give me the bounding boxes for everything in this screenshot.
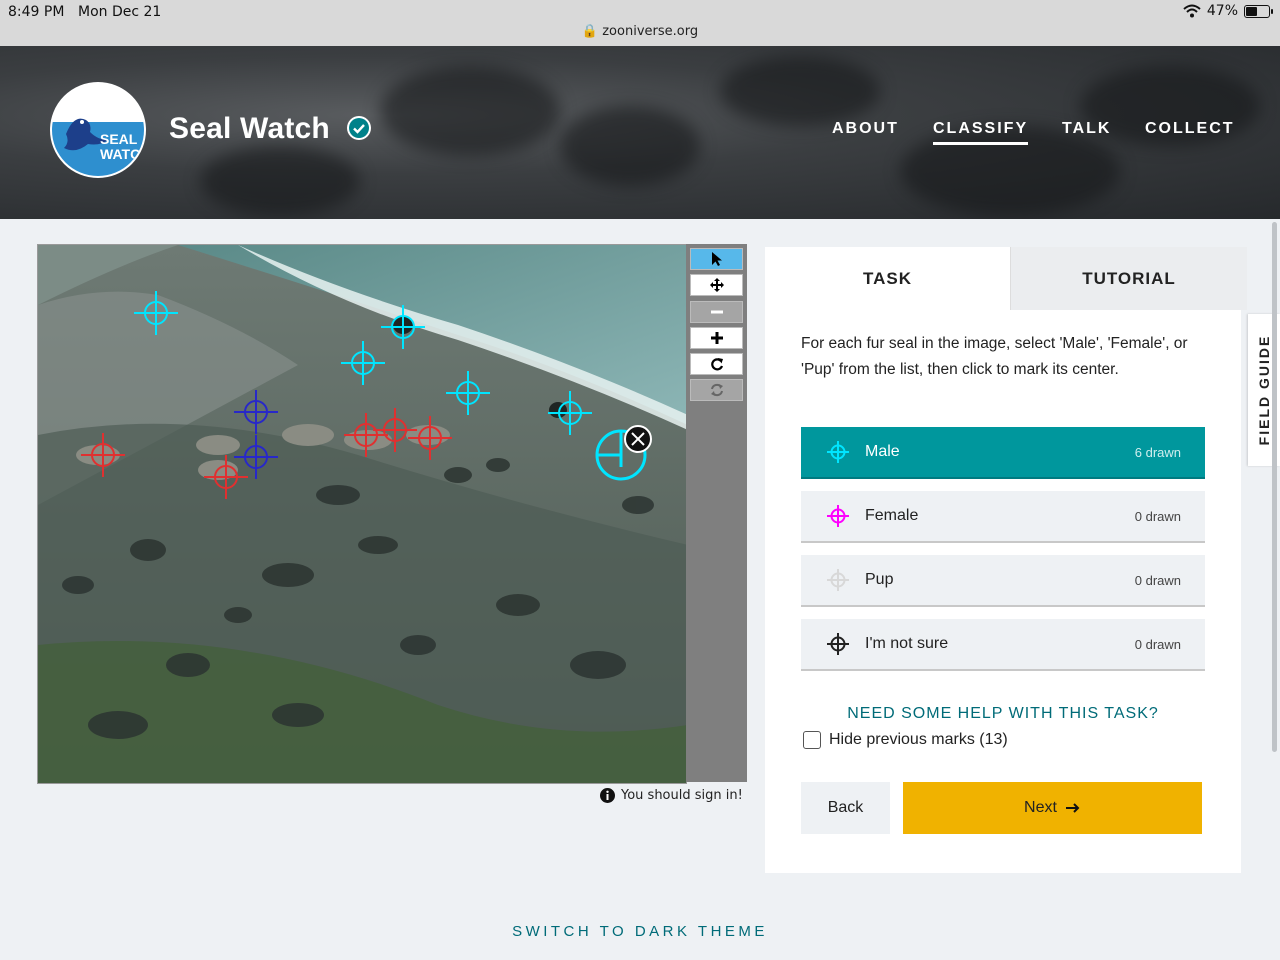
redo-icon <box>710 358 723 371</box>
info-icon <box>600 788 615 803</box>
nav-talk[interactable]: TALK <box>1062 120 1111 138</box>
cursor-icon <box>711 252 722 266</box>
refresh-icon <box>710 383 723 397</box>
move-tool-button[interactable] <box>690 274 743 296</box>
status-indicators: 47% <box>1183 3 1273 19</box>
tab-task[interactable]: TASK <box>765 247 1010 310</box>
crosshair-icon <box>827 633 849 655</box>
project-header: SEAL WATCH Seal Watch ABOUT CLASSIFY TALK… <box>0 46 1280 219</box>
hide-marks-checkbox[interactable] <box>803 731 821 749</box>
project-title[interactable]: Seal Watch <box>169 112 330 146</box>
option-label: I'm not sure <box>865 635 949 652</box>
tab-tutorial[interactable]: TUTORIAL <box>1010 247 1247 310</box>
field-guide-label: FIELD GUIDE <box>1256 334 1272 446</box>
option-count: 0 drawn <box>1134 508 1181 524</box>
reset-view-button[interactable] <box>690 353 743 375</box>
battery-percent: 47% <box>1206 3 1238 19</box>
hide-marks-label: Hide previous marks (13) <box>829 731 1008 748</box>
option-not-sure[interactable]: I'm not sure 0 drawn <box>801 619 1205 671</box>
option-male[interactable]: Male 6 drawn <box>801 427 1205 479</box>
address-bar[interactable]: 🔒 zooniverse.org <box>0 24 1280 39</box>
signin-notice: You should sign in! <box>600 788 743 803</box>
task-panel: TASK TUTORIAL For each fur seal in the i… <box>765 247 1247 873</box>
crosshair-icon <box>827 569 849 591</box>
subject-image-viewer[interactable] <box>37 244 687 784</box>
move-icon <box>709 278 724 292</box>
zoom-in-button[interactable] <box>690 327 743 349</box>
back-button[interactable]: Back <box>801 782 890 834</box>
status-bar: 8:49 PM Mon Dec 21 🔒 zooniverse.org 47% <box>0 0 1280 46</box>
next-label: Next <box>1024 799 1057 816</box>
wifi-icon <box>1183 4 1201 18</box>
crosshair-icon <box>827 505 849 527</box>
signin-text: You should sign in! <box>621 788 743 803</box>
nav-classify[interactable]: CLASSIFY <box>933 120 1029 145</box>
arrow-right-icon <box>1065 803 1080 813</box>
verified-badge-icon <box>347 116 371 140</box>
dark-theme-toggle[interactable]: SWITCH TO DARK THEME <box>0 923 1280 940</box>
project-logo[interactable]: SEAL WATCH <box>50 82 146 178</box>
option-label: Female <box>865 507 919 524</box>
option-label: Pup <box>865 571 894 588</box>
image-toolbar <box>686 244 747 782</box>
nav-collect[interactable]: COLLECT <box>1145 120 1235 138</box>
url-text: zooniverse.org <box>602 24 699 39</box>
option-count: 0 drawn <box>1134 572 1181 588</box>
subject-image[interactable] <box>38 245 687 784</box>
lock-icon: 🔒 <box>581 24 599 39</box>
battery-icon <box>1244 4 1273 18</box>
option-pup[interactable]: Pup 0 drawn <box>801 555 1205 607</box>
delete-mark-icon[interactable] <box>624 425 652 453</box>
plus-icon <box>710 332 723 344</box>
status-date: Mon Dec 21 <box>78 4 162 20</box>
logo-text: SEAL WATCH <box>100 131 146 162</box>
nav-about[interactable]: ABOUT <box>832 120 899 138</box>
option-count: 6 drawn <box>1134 444 1181 460</box>
option-female[interactable]: Female 0 drawn <box>801 491 1205 543</box>
minus-icon <box>710 310 723 314</box>
task-instructions: For each fur seal in the image, select '… <box>801 335 1188 378</box>
next-button[interactable]: Next <box>903 782 1202 834</box>
hide-marks-row[interactable]: Hide previous marks (13) <box>803 731 1008 749</box>
help-link[interactable]: NEED SOME HELP WITH THIS TASK? <box>765 705 1241 723</box>
status-time: 8:49 PM <box>8 4 65 20</box>
option-count: 0 drawn <box>1134 636 1181 652</box>
rotate-button[interactable] <box>690 379 743 401</box>
crosshair-icon <box>827 441 849 463</box>
scrollbar[interactable] <box>1272 222 1277 752</box>
pointer-tool-button[interactable] <box>690 248 743 270</box>
zoom-out-button[interactable] <box>690 301 743 323</box>
option-label: Male <box>865 443 900 460</box>
